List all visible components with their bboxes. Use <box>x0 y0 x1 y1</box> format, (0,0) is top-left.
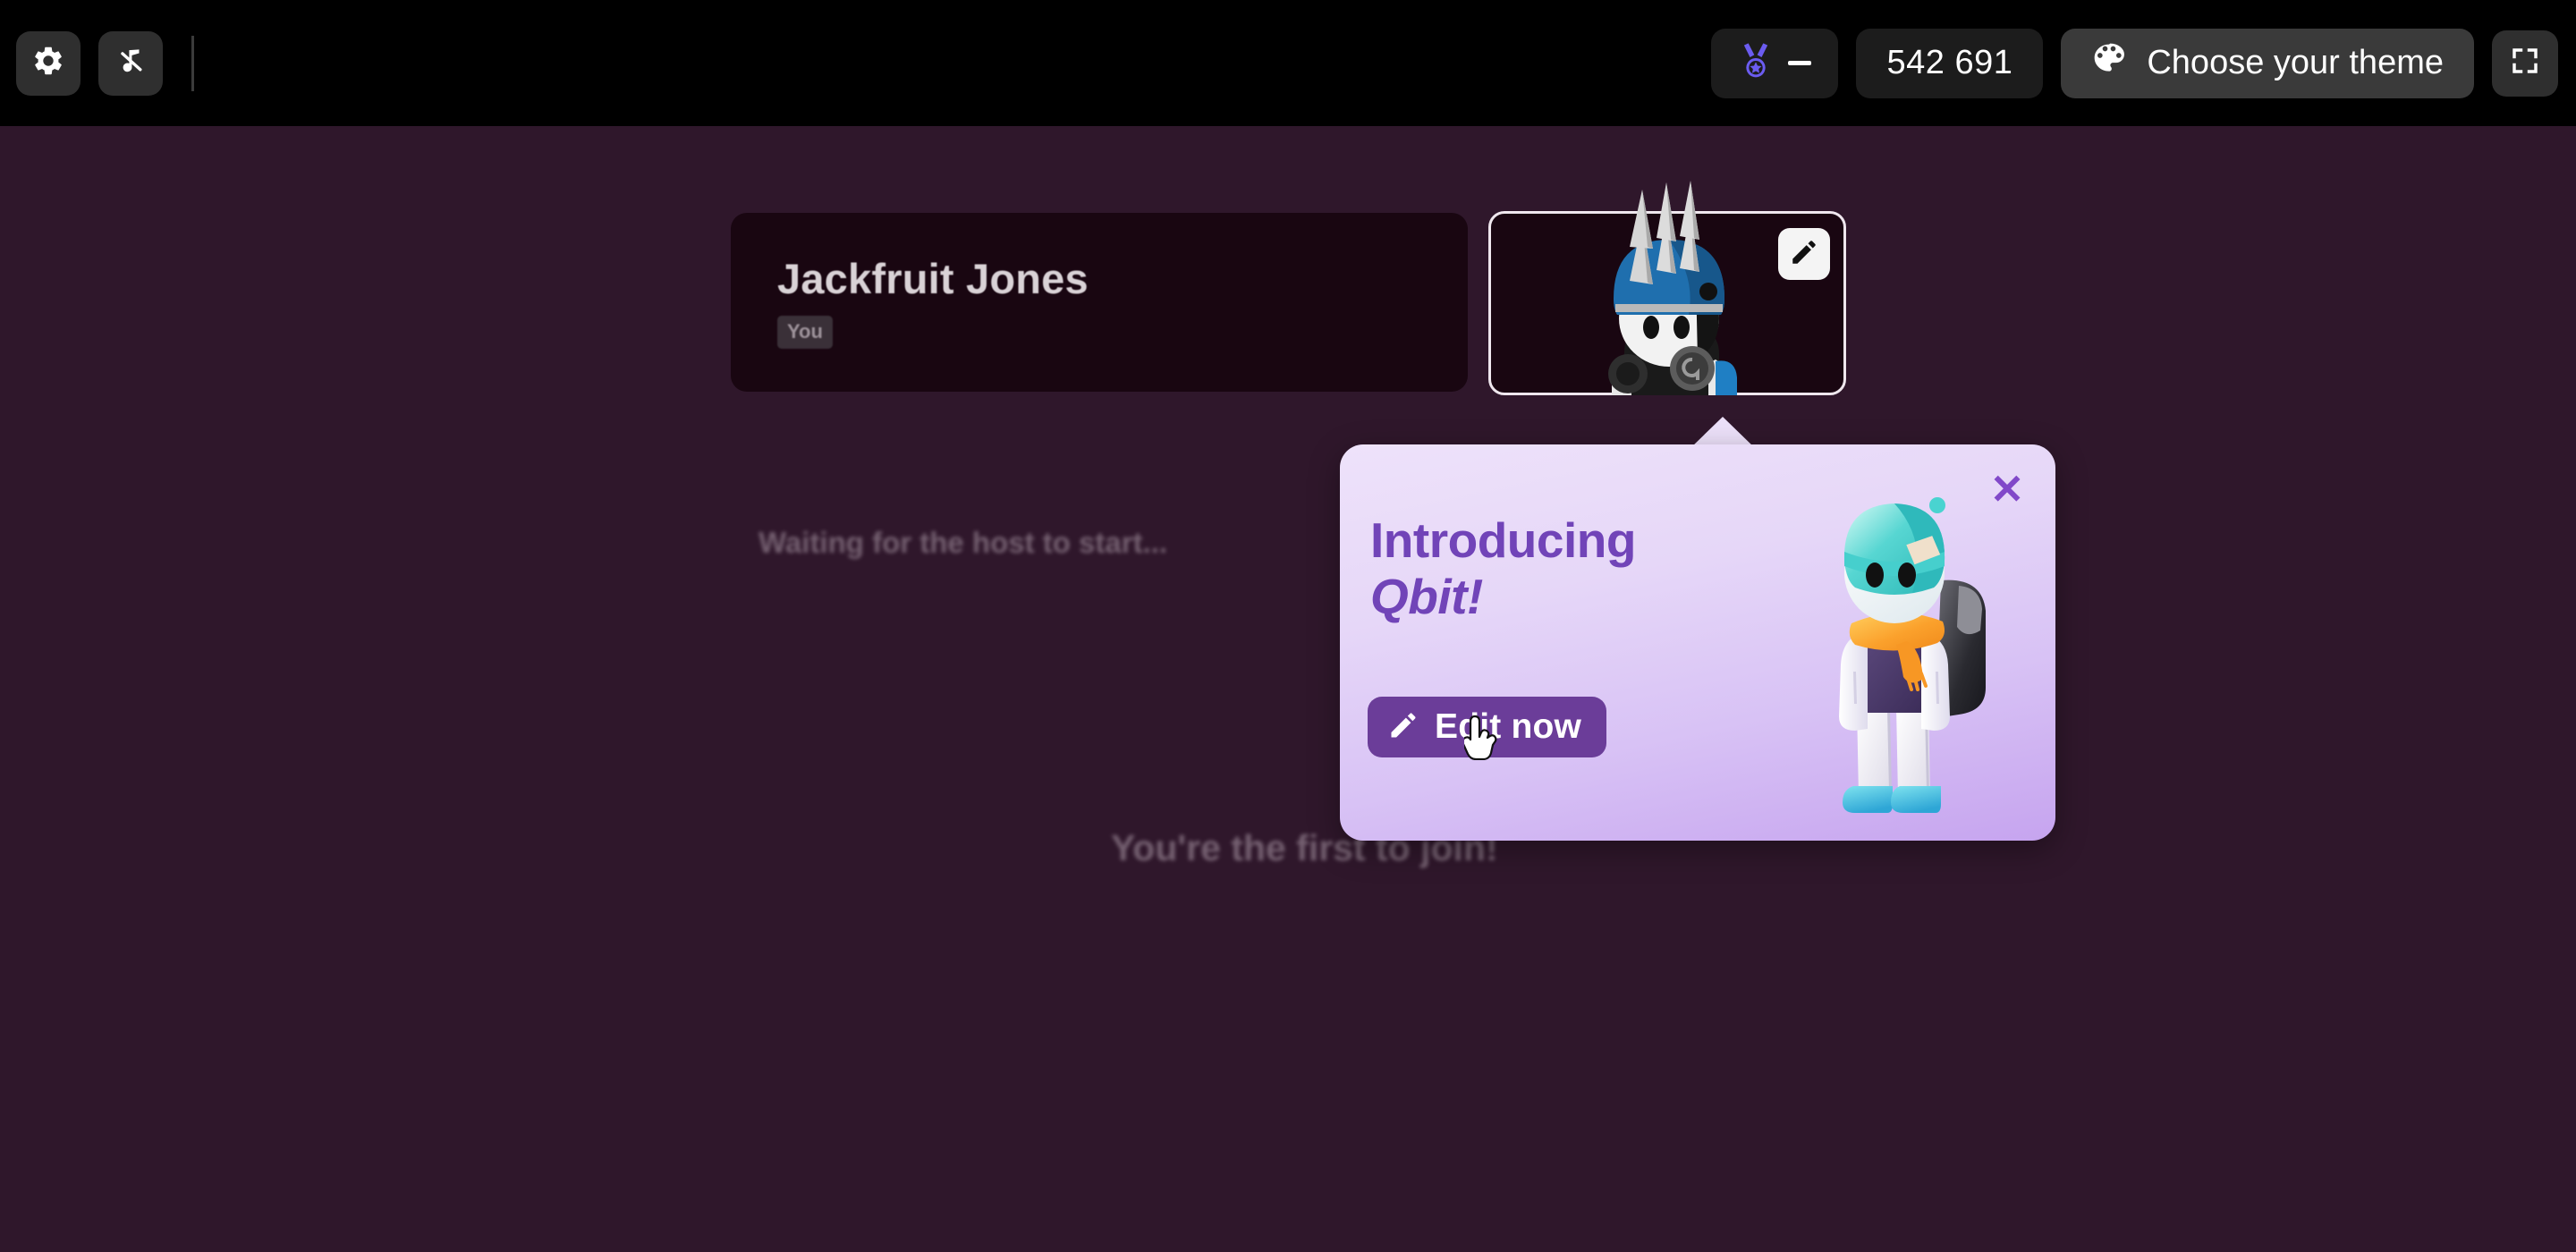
you-badge: You <box>777 316 833 349</box>
player-avatar-card[interactable] <box>1488 211 1846 395</box>
music-note-muted-icon <box>114 44 148 82</box>
close-x-icon: ✕ <box>1989 466 2025 512</box>
edit-avatar-button[interactable] <box>1778 228 1830 280</box>
choose-theme-button[interactable]: Choose your theme <box>2061 28 2474 98</box>
player-name: Jackfruit Jones <box>777 255 1089 302</box>
music-mute-button[interactable] <box>98 30 163 96</box>
popup-title: Introducing Qbit! <box>1370 512 1636 626</box>
top-bar-right-group: 542 691 Choose your theme <box>1711 28 2576 98</box>
medal-icon <box>1738 41 1774 85</box>
waiting-for-host-text: Waiting for the host to start... <box>758 526 1168 559</box>
room-code[interactable]: 542 691 <box>1856 28 2044 98</box>
popup-title-line1: Introducing <box>1370 512 1636 568</box>
gear-icon <box>31 44 65 82</box>
palette-icon <box>2091 41 2127 86</box>
rank-indicator[interactable] <box>1711 28 1839 98</box>
edit-now-button[interactable]: Edit now <box>1368 697 1607 757</box>
edit-now-label: Edit now <box>1435 707 1582 746</box>
fullscreen-icon <box>2509 45 2541 81</box>
pencil-icon <box>1789 237 1819 272</box>
player-name-card: Jackfruit Jones You <box>731 213 1468 392</box>
app-root: 542 691 Choose your theme Jackfruit Jone… <box>0 0 2576 1252</box>
toolbar-divider <box>191 35 194 91</box>
popup-title-line2: Qbit! <box>1370 569 1483 625</box>
qbit-intro-popup: ✕ Introducing Qbit! <box>1340 444 2055 841</box>
settings-button[interactable] <box>16 30 80 96</box>
top-bar-left-group <box>0 30 194 96</box>
fullscreen-button[interactable] <box>2492 30 2558 97</box>
player-avatar-image <box>1608 211 1737 395</box>
choose-theme-label: Choose your theme <box>2147 44 2444 81</box>
pencil-icon <box>1387 709 1419 746</box>
qbit-character-image <box>1839 497 1986 813</box>
top-bar: 542 691 Choose your theme <box>0 0 2576 126</box>
rank-value <box>1788 61 1812 65</box>
popup-close-button[interactable]: ✕ <box>1984 466 2030 512</box>
